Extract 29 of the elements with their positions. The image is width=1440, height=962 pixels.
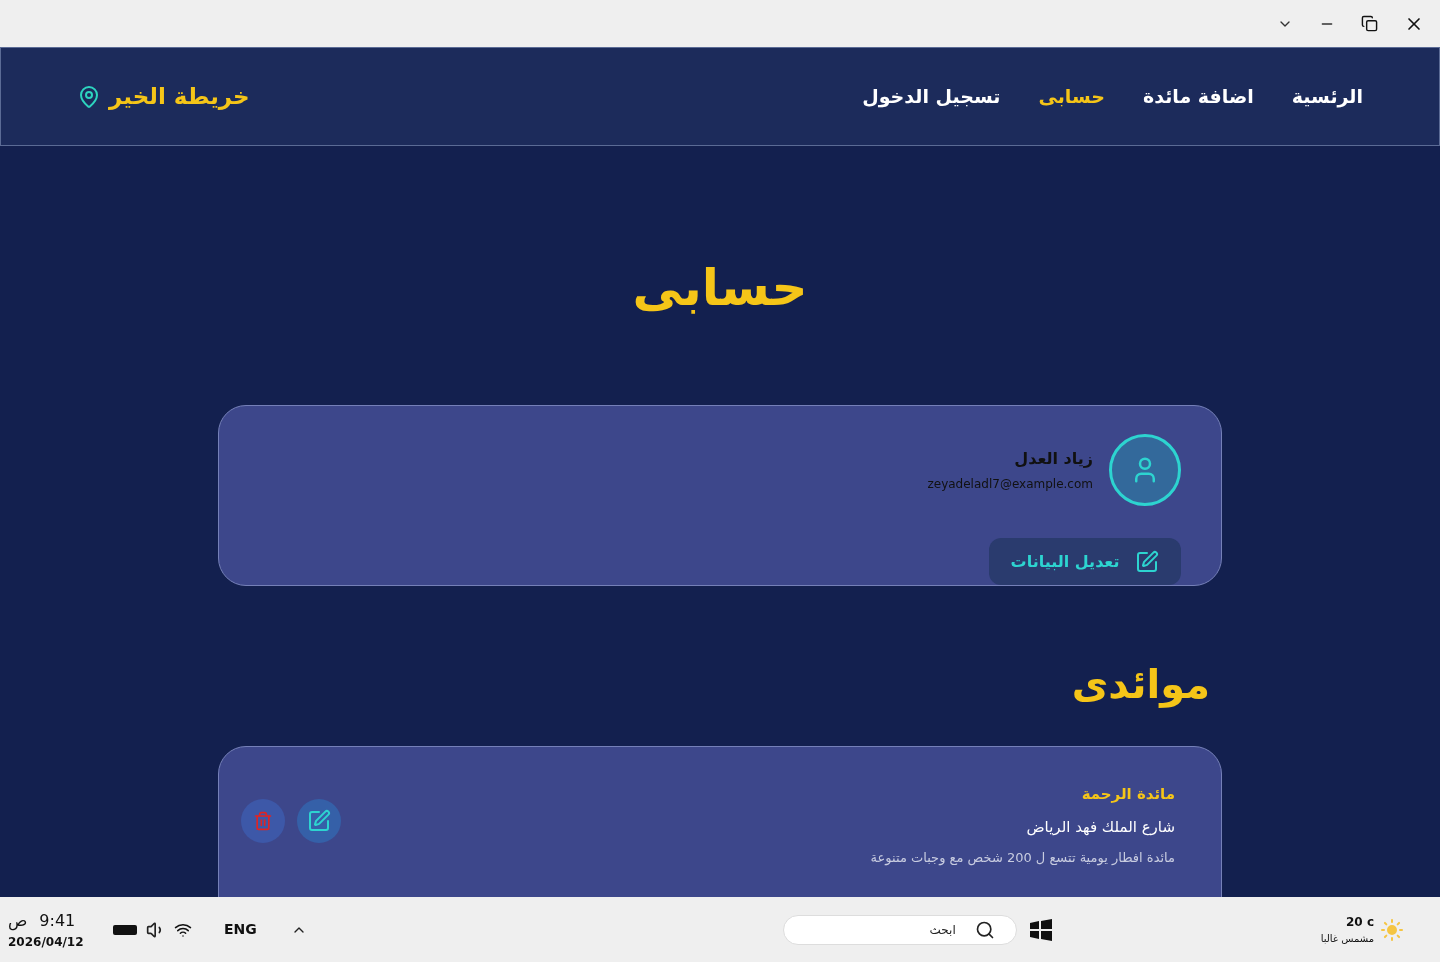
clock-time: 9:41 — [39, 909, 76, 932]
nav-link[interactable]: تسجيل الدخول — [862, 82, 1001, 111]
map-pin-icon — [77, 84, 101, 109]
edit-icon — [307, 809, 331, 833]
edit-table-button[interactable] — [297, 799, 341, 843]
search-icon — [974, 919, 995, 940]
nav-link[interactable]: الرئسية — [1291, 82, 1363, 111]
clock-period: ص — [8, 909, 28, 933]
weather-condition: مشمس غالبا — [1320, 932, 1374, 946]
user-email: zeyadeladl7@example.com — [927, 476, 1093, 493]
section-title: موائدى — [1071, 660, 1210, 710]
clock-date: 2026/04/12 — [8, 933, 84, 951]
trash-icon — [253, 811, 273, 831]
table-name: مائدة الرحمة — [1081, 784, 1175, 805]
restore-icon[interactable] — [1361, 15, 1378, 32]
temperature: 20 c — [1346, 914, 1374, 931]
nav-link[interactable]: حسابى — [1038, 82, 1105, 111]
language-indicator[interactable]: ENG — [224, 919, 257, 940]
brand-name[interactable]: خريطة الخير — [109, 79, 250, 114]
battery-icon[interactable] — [112, 922, 138, 937]
edit-icon — [1135, 549, 1160, 574]
edit-profile-button[interactable]: تعديل البيانات — [989, 538, 1181, 585]
nav-link[interactable]: اضافة مائدة — [1142, 82, 1254, 111]
page-title: حسابى — [632, 258, 808, 318]
table-address: شارع الملك فهد الرياض — [1026, 816, 1175, 838]
windows-logo-icon[interactable] — [1028, 918, 1053, 941]
table-description: مائدة افطار يومية تتسع ل 200 شخص مع وجبات متنوعة — [870, 849, 1175, 868]
search-field[interactable]: ابحث — [782, 914, 1017, 945]
user-name: زياد العدل — [1014, 448, 1093, 470]
